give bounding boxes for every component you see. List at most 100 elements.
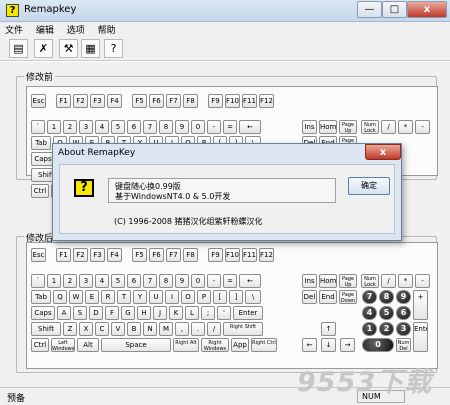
help-icon[interactable]: ? xyxy=(104,39,123,58)
key-sym[interactable]: ← xyxy=(239,274,261,288)
key-9[interactable]: 9 xyxy=(396,290,411,304)
key-app[interactable]: App xyxy=(231,338,249,352)
key-r[interactable]: R xyxy=(101,290,115,304)
key-z[interactable]: Z xyxy=(63,322,77,336)
key-0[interactable]: 0 xyxy=(191,120,205,134)
key-8[interactable]: 8 xyxy=(159,120,173,134)
key-right-shift[interactable]: Right Shift xyxy=(223,322,263,336)
key-sym[interactable]: = xyxy=(223,120,237,134)
key-d[interactable]: D xyxy=(89,306,103,320)
key-sym[interactable]: ← xyxy=(302,338,317,352)
key-sym[interactable]: = xyxy=(223,274,237,288)
remap-icon[interactable]: ⚒ xyxy=(59,39,78,58)
key-sym[interactable]: - xyxy=(415,120,430,134)
key-sym[interactable]: - xyxy=(207,120,221,134)
key-del[interactable]: Del xyxy=(302,290,317,304)
key-f1[interactable]: F1 xyxy=(56,94,71,108)
key-v[interactable]: V xyxy=(111,322,125,336)
key-2[interactable]: 2 xyxy=(63,120,77,134)
key-i[interactable]: I xyxy=(165,290,179,304)
key-q[interactable]: Q xyxy=(53,290,67,304)
key-right-windows[interactable]: Right Windows xyxy=(201,338,229,352)
key-sym[interactable]: ] xyxy=(229,290,243,304)
key-6[interactable]: 6 xyxy=(127,120,141,134)
key-3[interactable]: 3 xyxy=(396,322,411,336)
menu-help[interactable]: 帮助 xyxy=(93,22,121,36)
key-num-lock[interactable]: Num Lock xyxy=(361,120,379,134)
key-5[interactable]: 5 xyxy=(111,274,125,288)
key-enter[interactable]: Enter xyxy=(233,306,263,320)
key-sym[interactable]: → xyxy=(340,338,355,352)
key-2[interactable]: 2 xyxy=(63,274,77,288)
key-sym[interactable]: * xyxy=(398,120,413,134)
key-8[interactable]: 8 xyxy=(379,290,394,304)
key-f8[interactable]: F8 xyxy=(183,248,198,262)
key-caps[interactable]: Caps xyxy=(31,306,55,320)
key-ins[interactable]: Ins xyxy=(302,120,317,134)
key-sym[interactable]: ↑ xyxy=(321,322,336,336)
key-left-windows[interactable]: Left Windows xyxy=(51,338,75,352)
key-alt[interactable]: Alt xyxy=(77,338,99,352)
key-f11[interactable]: F11 xyxy=(242,94,257,108)
key-5[interactable]: 5 xyxy=(379,306,394,320)
menu-edit[interactable]: 编辑 xyxy=(31,22,59,36)
key-f4[interactable]: F4 xyxy=(107,94,122,108)
key-sym[interactable]: ← xyxy=(239,120,261,134)
key-f12[interactable]: F12 xyxy=(259,248,274,262)
key-sym[interactable]: ` xyxy=(31,120,45,134)
key-sym[interactable]: / xyxy=(381,274,396,288)
key-sym[interactable]: ` xyxy=(31,274,45,288)
key-f9[interactable]: F9 xyxy=(208,248,223,262)
key-f5[interactable]: F5 xyxy=(132,248,147,262)
key-k[interactable]: K xyxy=(169,306,183,320)
key-f1[interactable]: F1 xyxy=(56,248,71,262)
key-f2[interactable]: F2 xyxy=(73,248,88,262)
key-7[interactable]: 7 xyxy=(362,290,377,304)
key-sym[interactable]: \ xyxy=(245,290,261,304)
key-tab[interactable]: Tab xyxy=(31,290,51,304)
key-h[interactable]: H xyxy=(137,306,151,320)
open-icon[interactable]: ▤ xyxy=(9,39,28,58)
menu-file[interactable]: 文件 xyxy=(0,22,28,36)
key-b[interactable]: B xyxy=(127,322,141,336)
key-sym[interactable]: * xyxy=(398,274,413,288)
maximize-button[interactable]: □ xyxy=(382,1,407,18)
key-0[interactable]: 0 xyxy=(191,274,205,288)
key-f10[interactable]: F10 xyxy=(225,94,240,108)
key-4[interactable]: 4 xyxy=(95,274,109,288)
key-num-del[interactable]: Num Del xyxy=(396,338,411,352)
key-g[interactable]: G xyxy=(121,306,135,320)
key-sym[interactable]: - xyxy=(207,274,221,288)
key-6[interactable]: 6 xyxy=(127,274,141,288)
key-3[interactable]: 3 xyxy=(79,274,93,288)
key-3[interactable]: 3 xyxy=(79,120,93,134)
key-y[interactable]: Y xyxy=(133,290,147,304)
key-5[interactable]: 5 xyxy=(111,120,125,134)
key-page-down[interactable]: Page Down xyxy=(339,290,357,304)
key-ins[interactable]: Ins xyxy=(302,274,317,288)
key-home[interactable]: Home xyxy=(319,274,337,288)
key-end[interactable]: End xyxy=(319,290,337,304)
key-o[interactable]: O xyxy=(181,290,195,304)
key-f12[interactable]: F12 xyxy=(259,94,274,108)
key-u[interactable]: U xyxy=(149,290,163,304)
key-sym[interactable]: ; xyxy=(201,306,215,320)
key-sym[interactable]: . xyxy=(191,322,205,336)
key-f9[interactable]: F9 xyxy=(208,94,223,108)
key-page-up[interactable]: Page Up xyxy=(339,120,357,134)
key-e[interactable]: E xyxy=(85,290,99,304)
key-s[interactable]: S xyxy=(73,306,87,320)
key-sym[interactable]: + xyxy=(413,290,428,320)
key-enter[interactable]: Enter xyxy=(413,322,428,352)
key-f3[interactable]: F3 xyxy=(90,248,105,262)
save-icon[interactable]: ✗ xyxy=(34,39,53,58)
close-button[interactable]: x xyxy=(407,1,447,18)
key-f7[interactable]: F7 xyxy=(166,94,181,108)
key-sym[interactable]: [ xyxy=(213,290,227,304)
key-j[interactable]: J xyxy=(153,306,167,320)
key-esc[interactable]: Esc xyxy=(31,94,46,108)
key-sym[interactable]: ' xyxy=(217,306,231,320)
key-ctrl[interactable]: Ctrl xyxy=(31,184,49,198)
reset-icon[interactable]: ▦ xyxy=(81,39,100,58)
key-right-ctrl[interactable]: Right Ctrl xyxy=(251,338,277,352)
